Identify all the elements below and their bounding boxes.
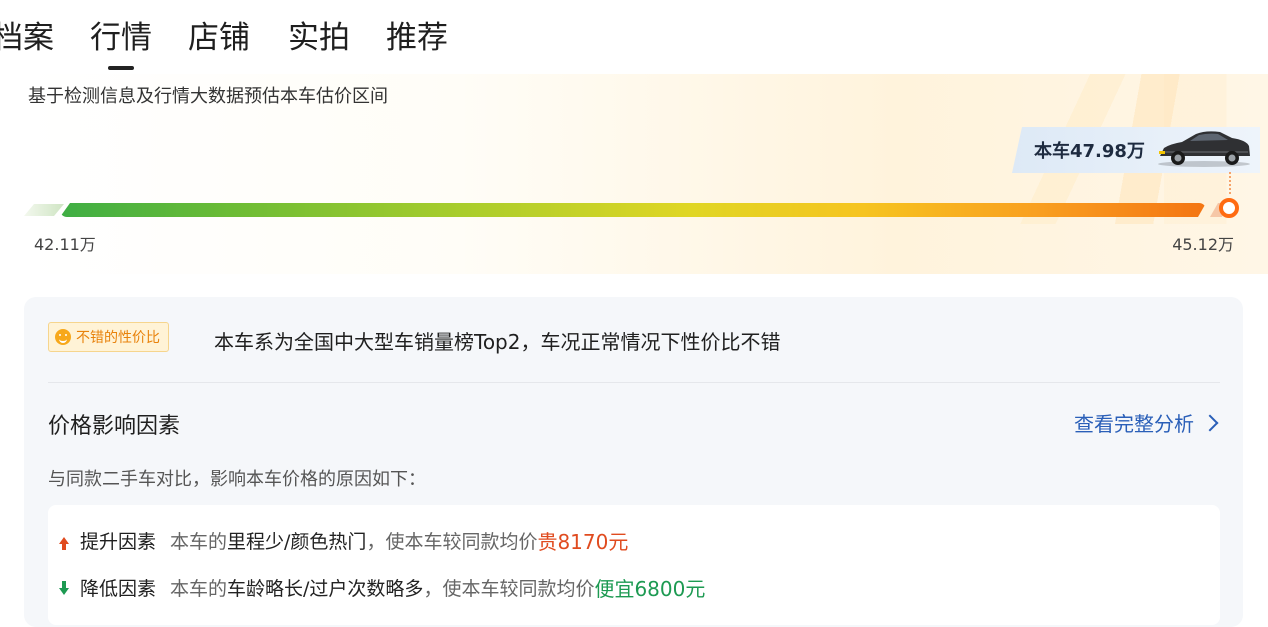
factor-kind: 降低因素 <box>80 578 157 600</box>
factor-prefix: 本车的 <box>170 578 228 600</box>
price-range-subtitle: 基于检测信息及行情大数据预估本车估价区间 <box>28 86 388 107</box>
factor-result: 贵8170元 <box>537 530 629 554</box>
arrow-up-icon <box>59 530 74 552</box>
price-pointer-line <box>1229 172 1231 194</box>
factor-mid: ，使本车较同款均价 <box>366 531 538 553</box>
factor-kind: 提升因素 <box>80 531 157 553</box>
car-icon <box>1158 131 1250 167</box>
range-max-label: 45.12万 <box>1172 235 1234 254</box>
value-badge: 不错的性价比 <box>48 322 169 352</box>
smile-icon <box>55 329 71 345</box>
tab-market[interactable]: 行情 <box>90 12 152 57</box>
factor-detail: 车龄略长/过户次数略多 <box>227 578 424 600</box>
divider <box>48 382 1220 383</box>
price-factors-subtitle: 与同款二手车对比，影响本车价格的原因如下： <box>48 469 426 490</box>
tab-recommend[interactable]: 推荐 <box>386 12 448 57</box>
factor-row-decrease: 降低因素 本车的 车龄略长/过户次数略多 ，使本车较同款均价 便宜6800元 <box>59 573 706 602</box>
view-full-analysis-link[interactable]: 查看完整分析 <box>1074 408 1219 437</box>
price-range-bar <box>24 200 1244 220</box>
view-full-analysis-label: 查看完整分析 <box>1074 412 1194 436</box>
car-price-marker <box>1219 198 1239 218</box>
factor-prefix: 本车的 <box>170 531 228 553</box>
factor-result: 便宜6800元 <box>594 577 706 601</box>
range-bar-gradient <box>60 203 1206 217</box>
value-badge-label: 不错的性价比 <box>76 330 160 346</box>
tab-store[interactable]: 店铺 <box>188 12 250 57</box>
value-verdict-text: 本车系为全国中大型车销量榜Top2，车况正常情况下性价比不错 <box>214 330 781 354</box>
tab-photos[interactable]: 实拍 <box>288 12 350 57</box>
chevron-right-icon <box>1201 414 1219 431</box>
price-factors-title: 价格影响因素 <box>48 414 181 439</box>
car-price-label: 本车47.98万 <box>1034 141 1145 162</box>
active-tab-indicator <box>108 66 134 70</box>
arrow-down-icon <box>59 577 74 599</box>
factors-list <box>48 505 1220 625</box>
factor-row-increase: 提升因素 本车的 里程少/颜色热门 ，使本车较同款均价 贵8170元 <box>59 526 629 555</box>
factor-mid: ，使本车较同款均价 <box>423 578 595 600</box>
tab-archive[interactable]: 档案 <box>0 12 54 57</box>
range-bar-start <box>24 204 64 216</box>
factor-detail: 里程少/颜色热门 <box>227 531 367 553</box>
range-min-label: 42.11万 <box>34 235 96 254</box>
